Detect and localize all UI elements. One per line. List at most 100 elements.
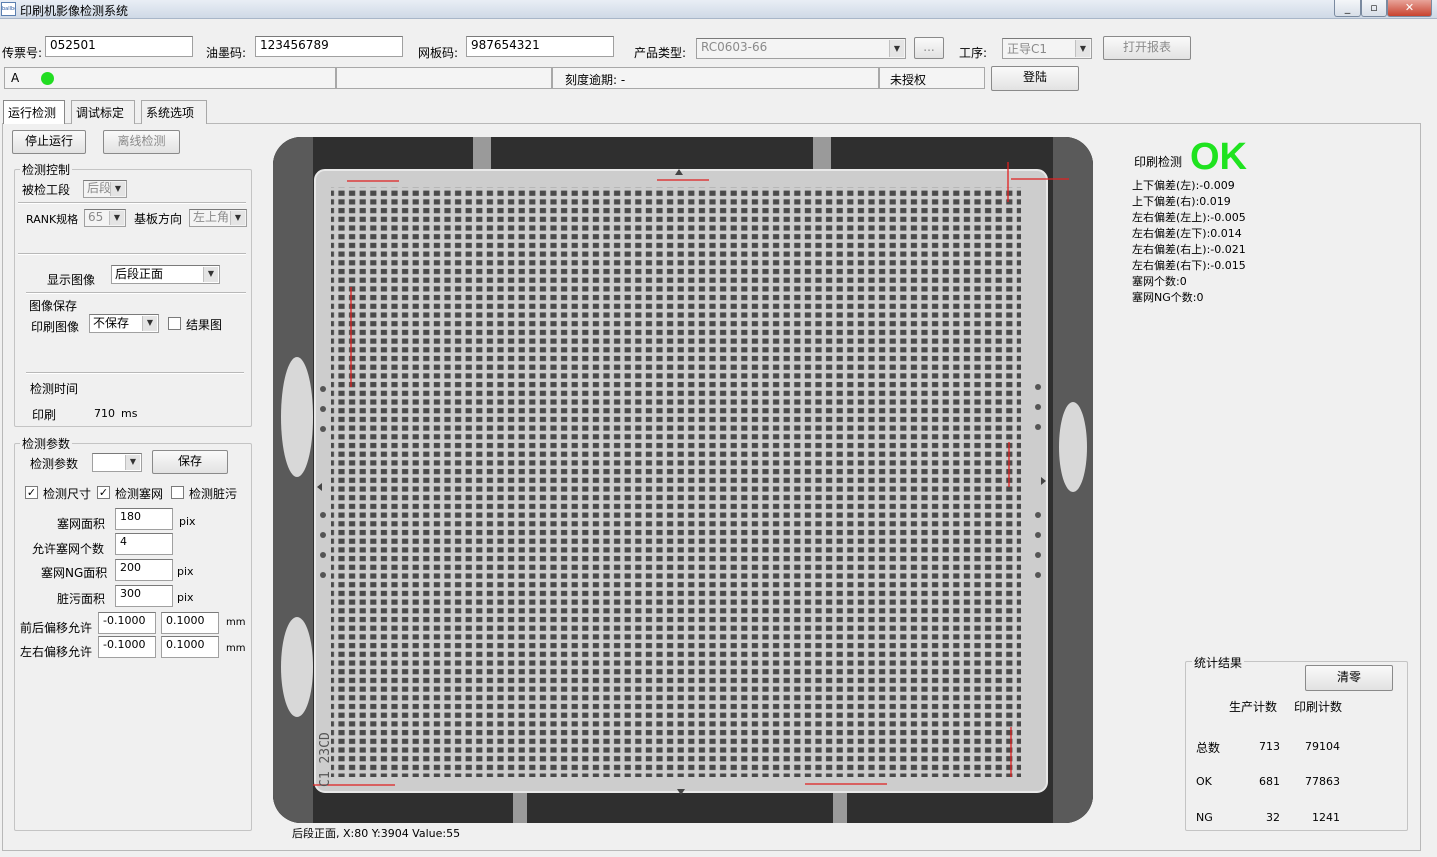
- close-button[interactable]: ✕: [1387, 0, 1432, 17]
- save-params-button[interactable]: 保存: [152, 450, 228, 474]
- chevron-down-icon: ▼: [125, 455, 140, 470]
- stop-button[interactable]: 停止运行: [12, 130, 86, 154]
- stats-production-value: 681: [1259, 775, 1280, 788]
- offline-detect-button[interactable]: 离线检测: [103, 130, 180, 154]
- clear-stats-button[interactable]: 清零: [1305, 665, 1393, 691]
- ticket-input[interactable]: 052501: [45, 36, 193, 57]
- check-clog-label: 检测塞网: [115, 487, 164, 501]
- divider: [18, 202, 246, 204]
- divider: [26, 292, 246, 294]
- divider: [26, 372, 244, 374]
- process-value: 正导C1: [1007, 42, 1048, 56]
- clog-area-unit: pix: [179, 515, 196, 528]
- clog-area-input[interactable]: 180: [115, 508, 173, 530]
- stats-row-label: 总数: [1196, 741, 1221, 755]
- image-caption: 后段正面, X:80 Y:3904 Value:55: [292, 827, 461, 840]
- result-label: 印刷检测: [1134, 155, 1183, 169]
- display-image-label: 显示图像: [47, 273, 96, 287]
- process-select[interactable]: 正导C1 ▼: [1002, 38, 1092, 59]
- lr-offset-unit: mm: [226, 643, 246, 654]
- result-line: 上下偏差(右):0.019: [1132, 195, 1231, 208]
- stats-title: 统计结果: [1192, 654, 1245, 671]
- ink-label: 油墨码:: [206, 46, 247, 60]
- dirt-area-input[interactable]: 300: [115, 585, 173, 607]
- dirt-area-unit: pix: [177, 591, 194, 604]
- open-report-button[interactable]: 打开报表: [1103, 36, 1191, 60]
- check-clog-checkbox[interactable]: ✓: [97, 486, 110, 499]
- result-line: 左右偏差(左上):-0.005: [1132, 211, 1246, 224]
- result-line: 上下偏差(左):-0.009: [1132, 179, 1235, 192]
- print-image-value: 不保存: [93, 316, 130, 330]
- param-select[interactable]: ▼: [92, 453, 142, 472]
- result-image-checkbox[interactable]: [168, 317, 181, 330]
- chevron-down-icon: ▼: [110, 182, 125, 196]
- chevron-down-icon: ▼: [203, 267, 218, 282]
- title-bar: [0, 0, 1437, 19]
- expiry-status: 刻度逾期: -: [552, 67, 879, 89]
- divider: [18, 253, 246, 255]
- stats-print-value: 77863: [1305, 775, 1340, 788]
- check-dirt-label: 检测脏污: [189, 487, 238, 501]
- check-size-checkbox[interactable]: ✓: [25, 486, 38, 499]
- segment-select[interactable]: 后段 ▼: [83, 180, 127, 198]
- lr-offset-min-input[interactable]: -0.1000: [98, 636, 156, 658]
- product-label: 产品类型:: [634, 46, 687, 60]
- print-time-value: 710: [94, 407, 115, 420]
- screen-label: 网板码:: [418, 46, 459, 60]
- result-line: 塞网NG个数:0: [1132, 291, 1204, 304]
- ink-input[interactable]: 123456789: [255, 36, 403, 57]
- product-more-button[interactable]: ...: [914, 37, 944, 59]
- fb-offset-max-input[interactable]: 0.1000: [161, 612, 219, 634]
- screen-input[interactable]: 987654321: [466, 36, 614, 57]
- board-direction-select[interactable]: 左上角 ▼: [189, 209, 247, 227]
- rank-value: 65: [88, 210, 104, 224]
- tab-debug-calibrate[interactable]: 调试标定: [71, 100, 135, 124]
- check-size-label: 检测尺寸: [43, 487, 92, 501]
- display-image-select[interactable]: 后段正面 ▼: [111, 265, 220, 284]
- maximize-button[interactable]: ▫: [1361, 0, 1387, 17]
- fb-offset-min-input[interactable]: -0.1000: [98, 612, 156, 634]
- chevron-down-icon: ▼: [230, 211, 245, 225]
- param-label: 检测参数: [30, 457, 79, 471]
- check-dirt-checkbox[interactable]: [171, 486, 184, 499]
- col-production-header: 生产计数: [1229, 700, 1278, 714]
- process-label: 工序:: [959, 46, 988, 60]
- fb-offset-unit: mm: [226, 617, 246, 628]
- auth-status: 未授权: [879, 67, 985, 89]
- segment-label: 被检工段: [22, 183, 71, 197]
- detect-control-title: 检测控制: [20, 161, 73, 178]
- lr-offset-max-input[interactable]: 0.1000: [161, 636, 219, 658]
- rank-select[interactable]: 65 ▼: [84, 209, 126, 227]
- print-image-label: 印刷图像: [31, 320, 80, 334]
- tab-run-detect[interactable]: 运行检测: [3, 100, 65, 124]
- lr-offset-label: 左右偏移允许: [20, 645, 93, 659]
- segment-value: 后段: [87, 181, 112, 195]
- window-title: 印刷机影像检测系统: [20, 4, 129, 18]
- minimize-button[interactable]: _: [1334, 0, 1361, 17]
- image-save-label: 图像保存: [29, 299, 78, 313]
- rank-label: RANK规格: [26, 213, 79, 226]
- channel-label: A: [11, 71, 20, 85]
- product-select[interactable]: RC0603-66 ▼: [696, 38, 906, 59]
- chevron-down-icon: ▼: [1075, 40, 1090, 57]
- result-line: 塞网个数:0: [1132, 275, 1187, 288]
- print-image-select[interactable]: 不保存 ▼: [89, 314, 159, 333]
- plate-marking: C1 23CD: [318, 732, 333, 787]
- print-time-unit: ms: [121, 407, 138, 420]
- inspection-image[interactable]: C1 23CD: [273, 137, 1093, 823]
- status-indicator-icon: [41, 72, 54, 85]
- result-line: 左右偏差(右上):-0.021: [1132, 243, 1246, 256]
- clog-ng-area-input[interactable]: 200: [115, 559, 173, 581]
- detect-time-label: 检测时间: [30, 382, 79, 396]
- print-time-label: 印刷: [32, 408, 57, 422]
- chevron-down-icon: ▼: [142, 316, 157, 331]
- ticket-label: 传票号:: [2, 46, 43, 60]
- tab-system-options[interactable]: 系统选项: [141, 100, 207, 124]
- stats-print-value: 1241: [1312, 811, 1340, 824]
- detect-params-title: 检测参数: [20, 435, 73, 452]
- display-image-value: 后段正面: [115, 267, 164, 281]
- login-button[interactable]: 登陆: [991, 66, 1079, 91]
- allow-clog-count-input[interactable]: 4: [115, 533, 173, 555]
- clog-ng-area-label: 塞网NG面积: [41, 566, 108, 580]
- chevron-down-icon: ▼: [109, 211, 124, 225]
